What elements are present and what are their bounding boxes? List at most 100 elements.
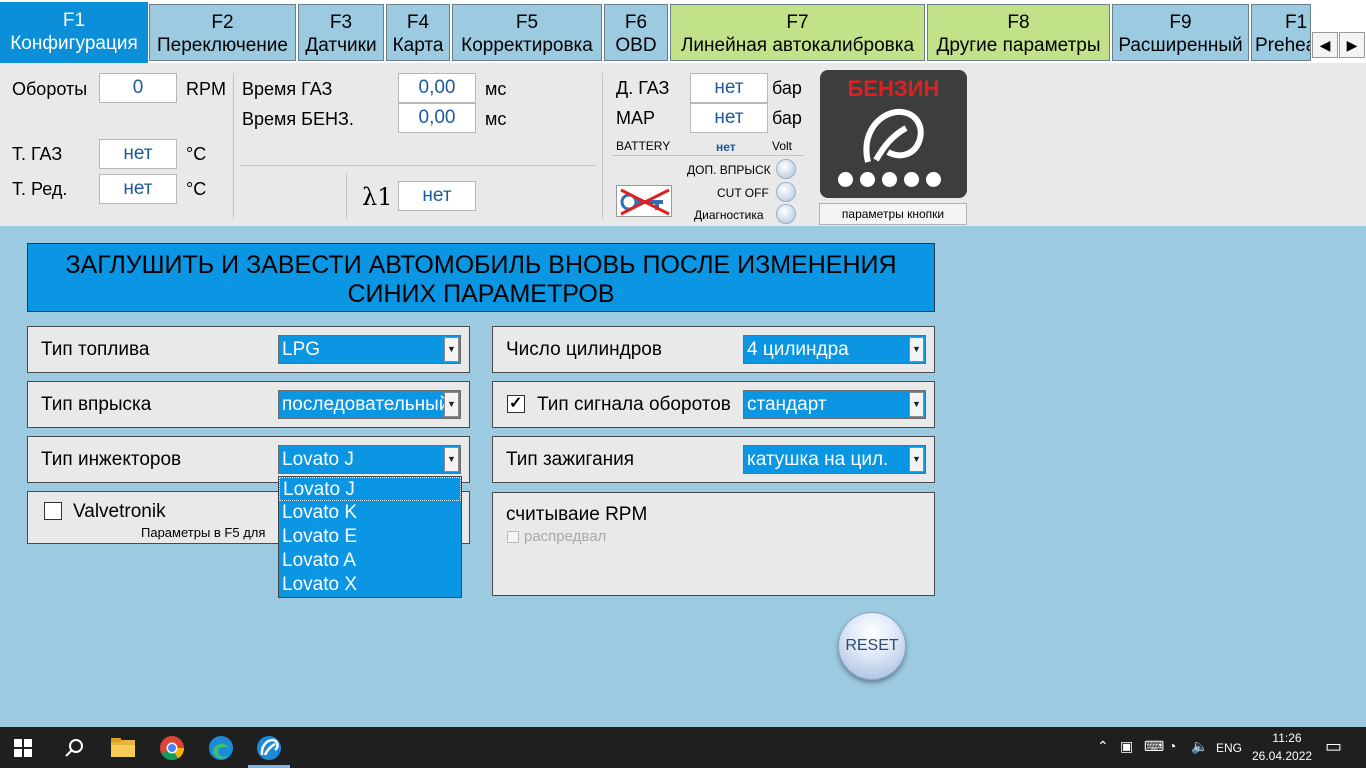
file-explorer-icon[interactable] xyxy=(110,735,136,761)
cut-off-led xyxy=(776,182,796,202)
tab-label: Датчики xyxy=(305,35,377,56)
distributor-checkbox[interactable] xyxy=(507,531,519,543)
gas-pressure-label: Д. ГАЗ xyxy=(616,78,670,98)
tab-key: F2 xyxy=(211,12,234,33)
tab-configuration[interactable]: F1 Конфигурация xyxy=(0,2,148,63)
chevron-right-icon: ▶ xyxy=(1346,37,1358,53)
gas-time-unit: мс xyxy=(485,79,507,99)
rpm-signal-select[interactable]: стандарт ▼ xyxy=(743,390,926,419)
cylinders-field: Число цилиндров 4 цилиндра ▼ xyxy=(492,326,935,373)
tab-label: Другие параметры xyxy=(936,35,1101,56)
tab-label: OBD xyxy=(615,35,657,56)
tab-key: F7 xyxy=(786,12,809,33)
ignition-type-value: катушка на цил. xyxy=(747,449,889,470)
lambda-label: λ1 xyxy=(362,183,393,211)
injection-type-field: Тип впрыска последовательный ▼ xyxy=(27,381,470,428)
tab-switching[interactable]: F2 Переключение xyxy=(149,4,296,61)
tab-preheat[interactable]: F1Preheat xyxy=(1251,4,1311,61)
chevron-down-icon: ▼ xyxy=(909,337,924,362)
tab-label: Preheat xyxy=(1255,35,1310,56)
chevron-down-icon: ▼ xyxy=(909,447,924,472)
rpm-value: 0 xyxy=(99,73,177,103)
dropdown-option[interactable]: Lovato E xyxy=(279,525,461,549)
ignition-type-select[interactable]: катушка на цил. ▼ xyxy=(743,445,926,474)
chevron-down-icon: ▼ xyxy=(444,337,459,362)
tab-other-parameters[interactable]: F8 Другие параметры xyxy=(927,4,1110,61)
clock-time[interactable]: 11:26 xyxy=(1264,731,1310,745)
tab-scroll-left-button[interactable]: ◀ xyxy=(1312,32,1338,58)
petrol-time-value: 0,00 xyxy=(398,103,476,133)
cylinders-label: Число цилиндров xyxy=(506,339,662,360)
divider xyxy=(612,155,804,156)
notifications-icon[interactable]: ▭ xyxy=(1325,736,1342,757)
tab-key: F5 xyxy=(515,12,539,33)
rpm-signal-checkbox[interactable] xyxy=(507,393,525,413)
reset-button[interactable]: RESET xyxy=(838,612,906,680)
chrome-icon[interactable] xyxy=(159,735,185,761)
rpm-label: Обороты xyxy=(12,79,88,99)
volume-icon[interactable]: 🔈 xyxy=(1191,738,1208,755)
tab-linear-autocalibration[interactable]: F7 Линейная автокалибровка xyxy=(670,4,925,61)
injectors-dropdown-list: Lovato J Lovato K Lovato E Lovato A Lova… xyxy=(278,476,462,598)
gas-app-icon[interactable] xyxy=(256,735,282,761)
chevron-down-icon: ▼ xyxy=(444,447,459,472)
gas-pressure-unit: бар xyxy=(772,78,802,98)
wifi-icon[interactable]: ◔ xyxy=(1168,738,1176,754)
fuel-type-label: Тип топлива xyxy=(41,339,150,360)
extra-injection-label: ДОП. ВПРЫСК xyxy=(687,163,771,177)
keyboard-icon[interactable]: ⌨ xyxy=(1144,738,1164,755)
tab-bar: F1 Конфигурация F2 Переключение F3 Датчики … xyxy=(0,0,1366,63)
taskbar: ⌃ ▣ ⌨ ◔ 🔈 ENG 11:26 26.04.2022 ▭ xyxy=(0,727,1366,768)
dropdown-option[interactable]: Lovato J xyxy=(279,477,461,501)
distributor-label: распредвал xyxy=(524,528,607,545)
tab-correction[interactable]: F5 Корректировка xyxy=(452,4,602,61)
injectors-type-value: Lovato J xyxy=(282,449,354,470)
language-indicator[interactable]: ENG xyxy=(1216,741,1242,755)
dropdown-option[interactable]: Lovato K xyxy=(279,501,461,525)
gas-time-value: 0,00 xyxy=(398,73,476,103)
edge-icon[interactable] xyxy=(208,735,234,761)
chevron-left-icon: ◀ xyxy=(1319,37,1331,53)
chevron-up-icon[interactable]: ⌃ xyxy=(1097,738,1109,755)
tab-key: F9 xyxy=(1169,12,1192,33)
status-panel: Обороты 0 RPM Т. ГАЗ нет °C Т. Ред. нет … xyxy=(0,63,1366,226)
dropdown-option[interactable]: Lovato X xyxy=(279,573,461,597)
fuel-type-select[interactable]: LPG ▼ xyxy=(278,335,461,364)
tab-key: F6 xyxy=(624,12,648,33)
divider xyxy=(233,73,234,219)
tab-label: Корректировка xyxy=(461,35,593,56)
tab-map[interactable]: F4 Карта xyxy=(386,4,450,61)
fuel-type-field: Тип топлива LPG ▼ xyxy=(27,326,470,373)
map-unit: бар xyxy=(772,108,802,128)
petrol-time-unit: мс xyxy=(485,109,507,129)
meet-now-icon[interactable]: ▣ xyxy=(1120,738,1133,755)
fuel-type-value: LPG xyxy=(282,339,321,360)
tab-scroll-right-button[interactable]: ▶ xyxy=(1339,32,1365,58)
tab-extended[interactable]: F9 Расширенный xyxy=(1112,4,1249,61)
gas-temp-label: Т. ГАЗ xyxy=(12,144,63,164)
rpm-read-label: считываие RPM xyxy=(506,504,648,525)
injection-type-label: Тип впрыска xyxy=(41,394,152,415)
dropdown-option[interactable]: Lovato A xyxy=(279,549,461,573)
diagnostics-label: Диагностика xyxy=(694,208,764,222)
injection-type-select[interactable]: последовательный ▼ xyxy=(278,390,461,419)
map-label: MAP xyxy=(616,108,656,128)
gas-temp-unit: °C xyxy=(186,144,207,164)
petrol-mode-indicator[interactable]: БЕНЗИН xyxy=(820,70,967,198)
injectors-type-select[interactable]: Lovato J ▼ xyxy=(278,445,461,474)
tab-sensors[interactable]: F3 Датчики xyxy=(298,4,384,61)
tab-label: Карта xyxy=(392,35,444,56)
key-disabled-icon xyxy=(616,185,672,217)
valvetronik-label: Valvetronik xyxy=(73,501,166,522)
reducer-temp-label: Т. Ред. xyxy=(12,179,68,199)
cylinders-select[interactable]: 4 цилиндра ▼ xyxy=(743,335,926,364)
gas-temp-value: нет xyxy=(99,139,177,169)
clock-date[interactable]: 26.04.2022 xyxy=(1252,749,1312,763)
search-icon[interactable] xyxy=(62,735,88,761)
button-params-button[interactable]: параметры кнопки xyxy=(819,203,967,225)
tab-obd[interactable]: F6 OBD xyxy=(604,4,668,61)
valvetronik-checkbox[interactable] xyxy=(44,502,62,520)
windows-start-icon[interactable] xyxy=(14,739,32,757)
tab-label: Линейная автокалибровка xyxy=(680,35,915,56)
tab-key: F1 xyxy=(62,10,86,31)
